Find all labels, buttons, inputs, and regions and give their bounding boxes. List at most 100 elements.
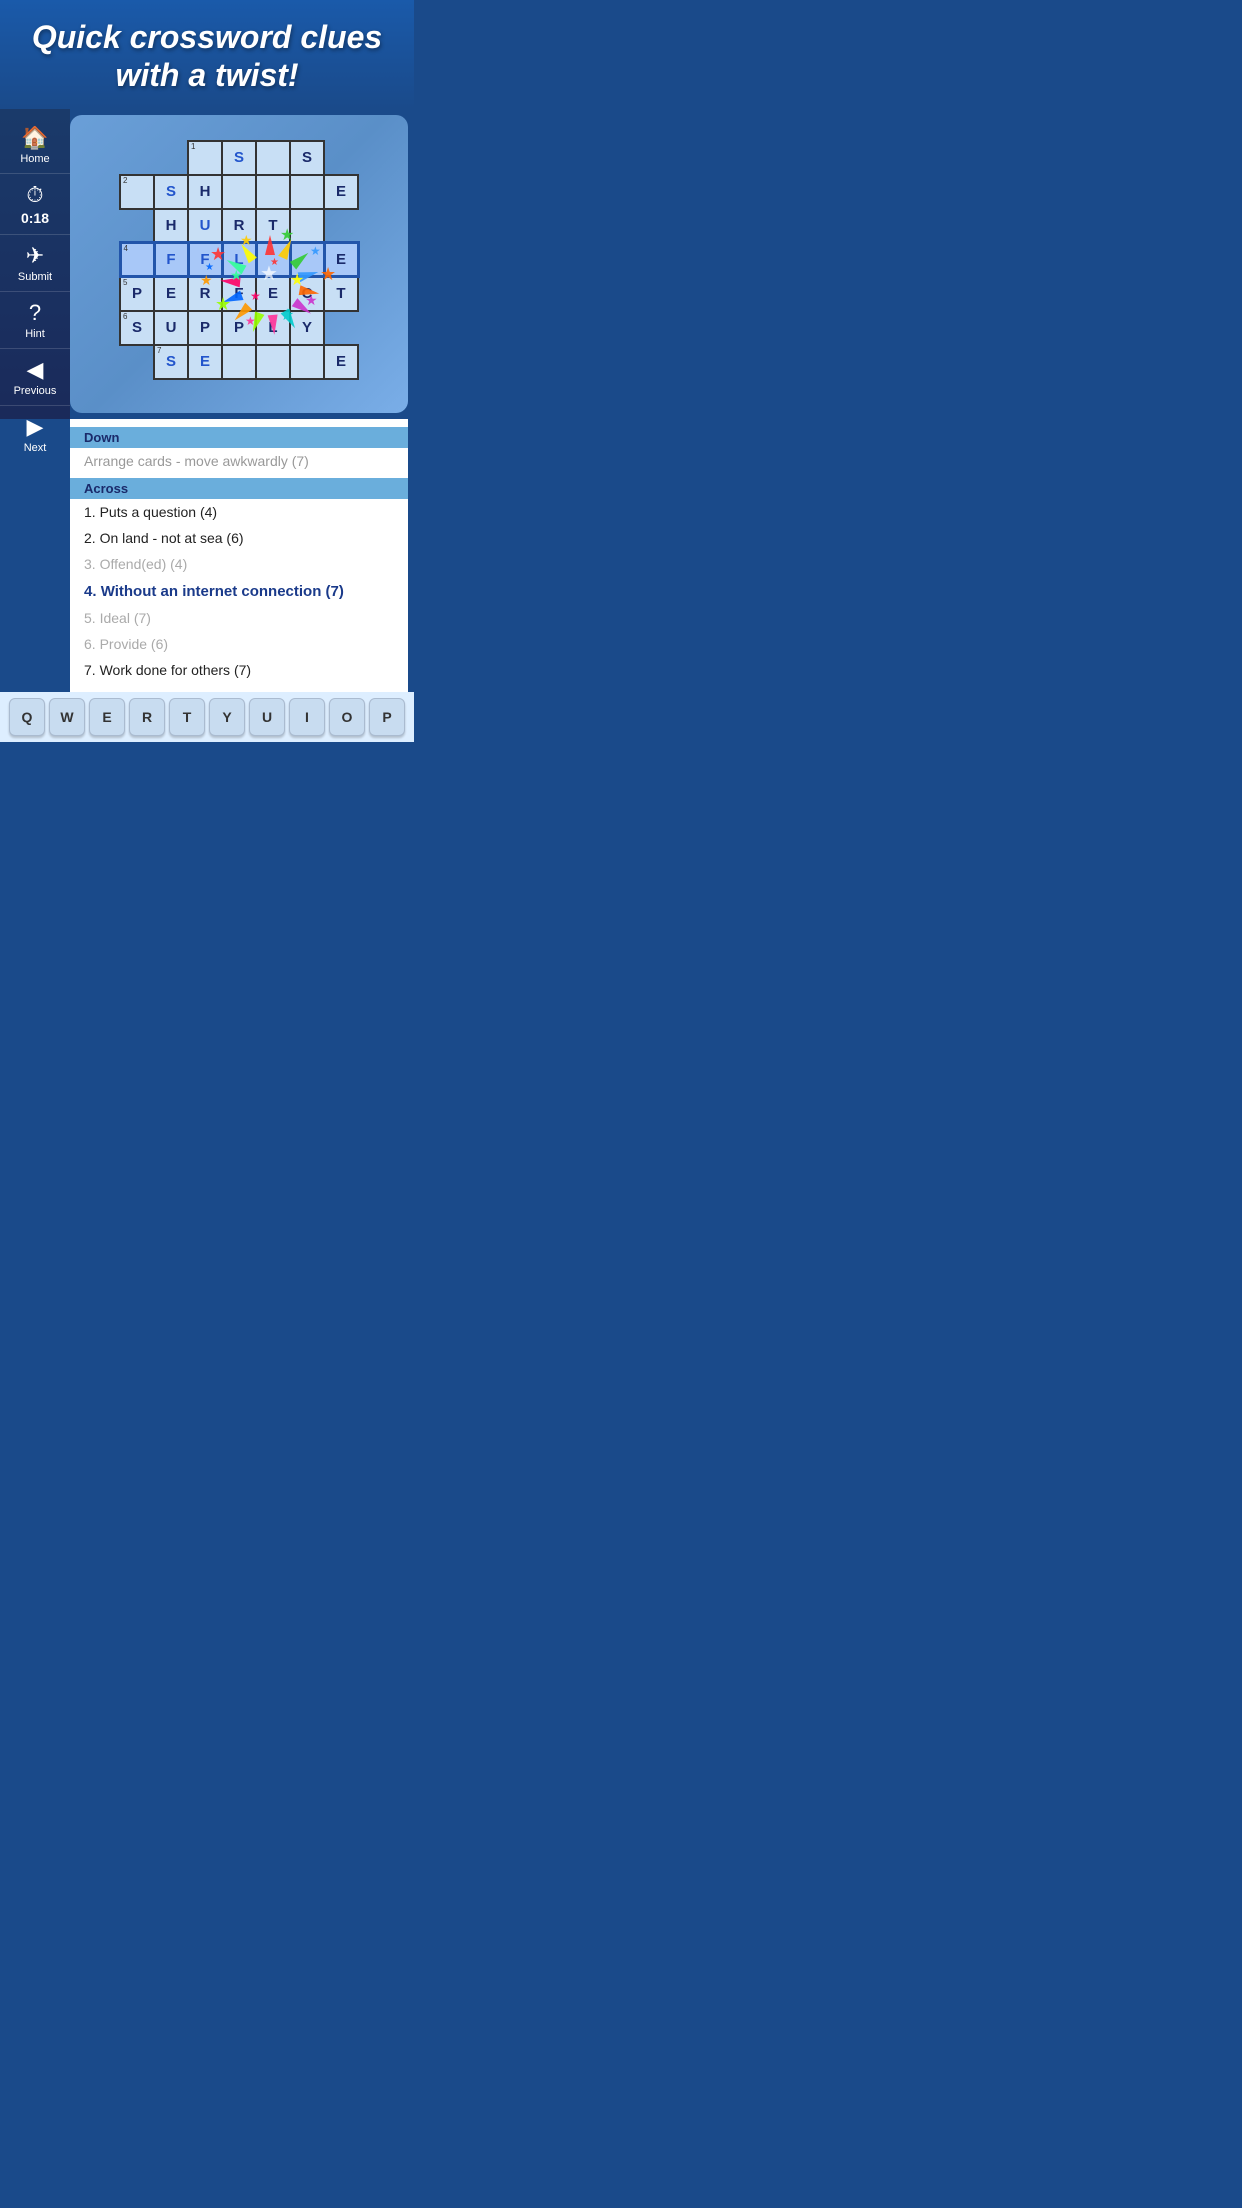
previous-label: Previous: [14, 385, 57, 397]
grid-cell[interactable]: [222, 345, 256, 379]
cell-empty: [120, 345, 154, 379]
grid-cell[interactable]: L: [256, 311, 290, 345]
submit-label: Submit: [18, 271, 52, 283]
clues-content: Down Arrange cards - move awkwardly (7) …: [70, 419, 408, 692]
clue-1[interactable]: 1. Puts a question (4): [84, 499, 394, 525]
grid-cell[interactable]: S: [290, 141, 324, 175]
home-label: Home: [20, 153, 49, 165]
grid-cell[interactable]: U: [188, 209, 222, 243]
sidebar-item-hint[interactable]: ? Hint: [0, 292, 70, 349]
grid-cell-highlight[interactable]: L: [222, 243, 256, 277]
sidebar-item-submit[interactable]: ✈ Submit: [0, 235, 70, 292]
grid-cell[interactable]: 6 S: [120, 311, 154, 345]
app-header: Quick crossword clues with a twist!: [0, 0, 414, 109]
grid-cell[interactable]: E: [256, 277, 290, 311]
grid-cell[interactable]: 2: [120, 175, 154, 209]
grid-cell[interactable]: 7 S: [154, 345, 188, 379]
key-u[interactable]: U: [249, 698, 285, 736]
grid-cell[interactable]: 1: [188, 141, 222, 175]
home-icon: 🏠: [21, 125, 48, 151]
sidebar-item-next[interactable]: ▶ Next: [0, 406, 70, 462]
grid-cell[interactable]: E: [188, 345, 222, 379]
grid-cell-highlight[interactable]: 4: [120, 243, 154, 277]
next-label: Next: [24, 442, 47, 454]
clue-1-text: Puts a question (4): [100, 504, 218, 520]
clue-2-number: 2.: [84, 530, 96, 546]
grid-cell[interactable]: R: [222, 209, 256, 243]
clue-6[interactable]: 6. Provide (6): [84, 631, 394, 657]
crossword-grid: 1 S S 2: [119, 140, 360, 380]
grid-cell[interactable]: F: [222, 277, 256, 311]
clue-4-active[interactable]: 4. Without an internet connection (7): [84, 578, 394, 606]
grid-cell[interactable]: [256, 175, 290, 209]
key-t[interactable]: T: [169, 698, 205, 736]
across-header: Across: [70, 478, 408, 499]
grid-cell[interactable]: 5 P: [120, 277, 154, 311]
grid-cell[interactable]: T: [324, 277, 358, 311]
clues-section: Down Arrange cards - move awkwardly (7) …: [70, 419, 408, 692]
grid-cell[interactable]: R: [188, 277, 222, 311]
clue-5-number: 5.: [84, 610, 96, 626]
grid-cell[interactable]: S: [222, 141, 256, 175]
grid-cell[interactable]: [290, 345, 324, 379]
grid-cell[interactable]: C: [290, 277, 324, 311]
grid-cell-highlight[interactable]: F: [154, 243, 188, 277]
sidebar-item-home[interactable]: 🏠 Home: [0, 117, 70, 174]
grid-cell-highlight[interactable]: [290, 243, 324, 277]
grid-cell[interactable]: U: [154, 311, 188, 345]
grid-cell[interactable]: P: [222, 311, 256, 345]
grid-cell-highlight[interactable]: E: [324, 243, 358, 277]
grid-cell[interactable]: E: [324, 175, 358, 209]
grid-cell[interactable]: T: [256, 209, 290, 243]
hint-label: Hint: [25, 328, 45, 340]
grid-cell[interactable]: P: [188, 311, 222, 345]
clue-5-text: Ideal (7): [100, 610, 151, 626]
clue-7-number: 7.: [84, 662, 96, 678]
sidebar-item-previous[interactable]: ◀ Previous: [0, 349, 70, 406]
clue-6-number: 6.: [84, 636, 96, 652]
clue-6-text: Provide (6): [100, 636, 168, 652]
clue-3[interactable]: 3. Offend(ed) (4): [84, 551, 394, 577]
grid-cell[interactable]: E: [154, 277, 188, 311]
cell-empty: [120, 141, 154, 175]
next-icon: ▶: [27, 414, 44, 440]
grid-cell[interactable]: [256, 141, 290, 175]
grid-cell-highlight[interactable]: [256, 243, 290, 277]
down-header: Down: [70, 427, 408, 448]
cell-empty: [324, 141, 358, 175]
key-o[interactable]: O: [329, 698, 365, 736]
key-e[interactable]: E: [89, 698, 125, 736]
key-q[interactable]: Q: [9, 698, 45, 736]
grid-cell[interactable]: E: [324, 345, 358, 379]
submit-icon: ✈: [26, 243, 44, 269]
grid-cell[interactable]: [290, 209, 324, 243]
app-title: Quick crossword clues with a twist!: [20, 18, 394, 95]
clue-4-text: Without an internet connection (7): [101, 583, 344, 600]
clue-3-number: 3.: [84, 556, 96, 572]
key-y[interactable]: Y: [209, 698, 245, 736]
clue-2[interactable]: 2. On land - not at sea (6): [84, 525, 394, 551]
grid-cell[interactable]: Y: [290, 311, 324, 345]
clue-7[interactable]: 7. Work done for others (7): [84, 657, 394, 683]
key-r[interactable]: R: [129, 698, 165, 736]
clue-5[interactable]: 5. Ideal (7): [84, 605, 394, 631]
key-i[interactable]: I: [289, 698, 325, 736]
cell-empty: [120, 209, 154, 243]
timer-value: 0:18: [21, 210, 49, 226]
grid-cell[interactable]: S: [154, 175, 188, 209]
down-clue[interactable]: Arrange cards - move awkwardly (7): [84, 448, 394, 474]
cell-empty: [154, 141, 188, 175]
hint-icon: ?: [29, 300, 41, 326]
grid-cell[interactable]: [256, 345, 290, 379]
clue-4-number: 4.: [84, 583, 97, 600]
key-w[interactable]: W: [49, 698, 85, 736]
grid-cell-highlight[interactable]: F: [188, 243, 222, 277]
grid-cell[interactable]: H: [188, 175, 222, 209]
grid-cell[interactable]: H: [154, 209, 188, 243]
grid-cell[interactable]: [222, 175, 256, 209]
timer-icon: ⏱: [26, 182, 43, 208]
clue-1-number: 1.: [84, 504, 96, 520]
clue-2-text: On land - not at sea (6): [100, 530, 244, 546]
key-p[interactable]: P: [369, 698, 405, 736]
grid-cell[interactable]: [290, 175, 324, 209]
